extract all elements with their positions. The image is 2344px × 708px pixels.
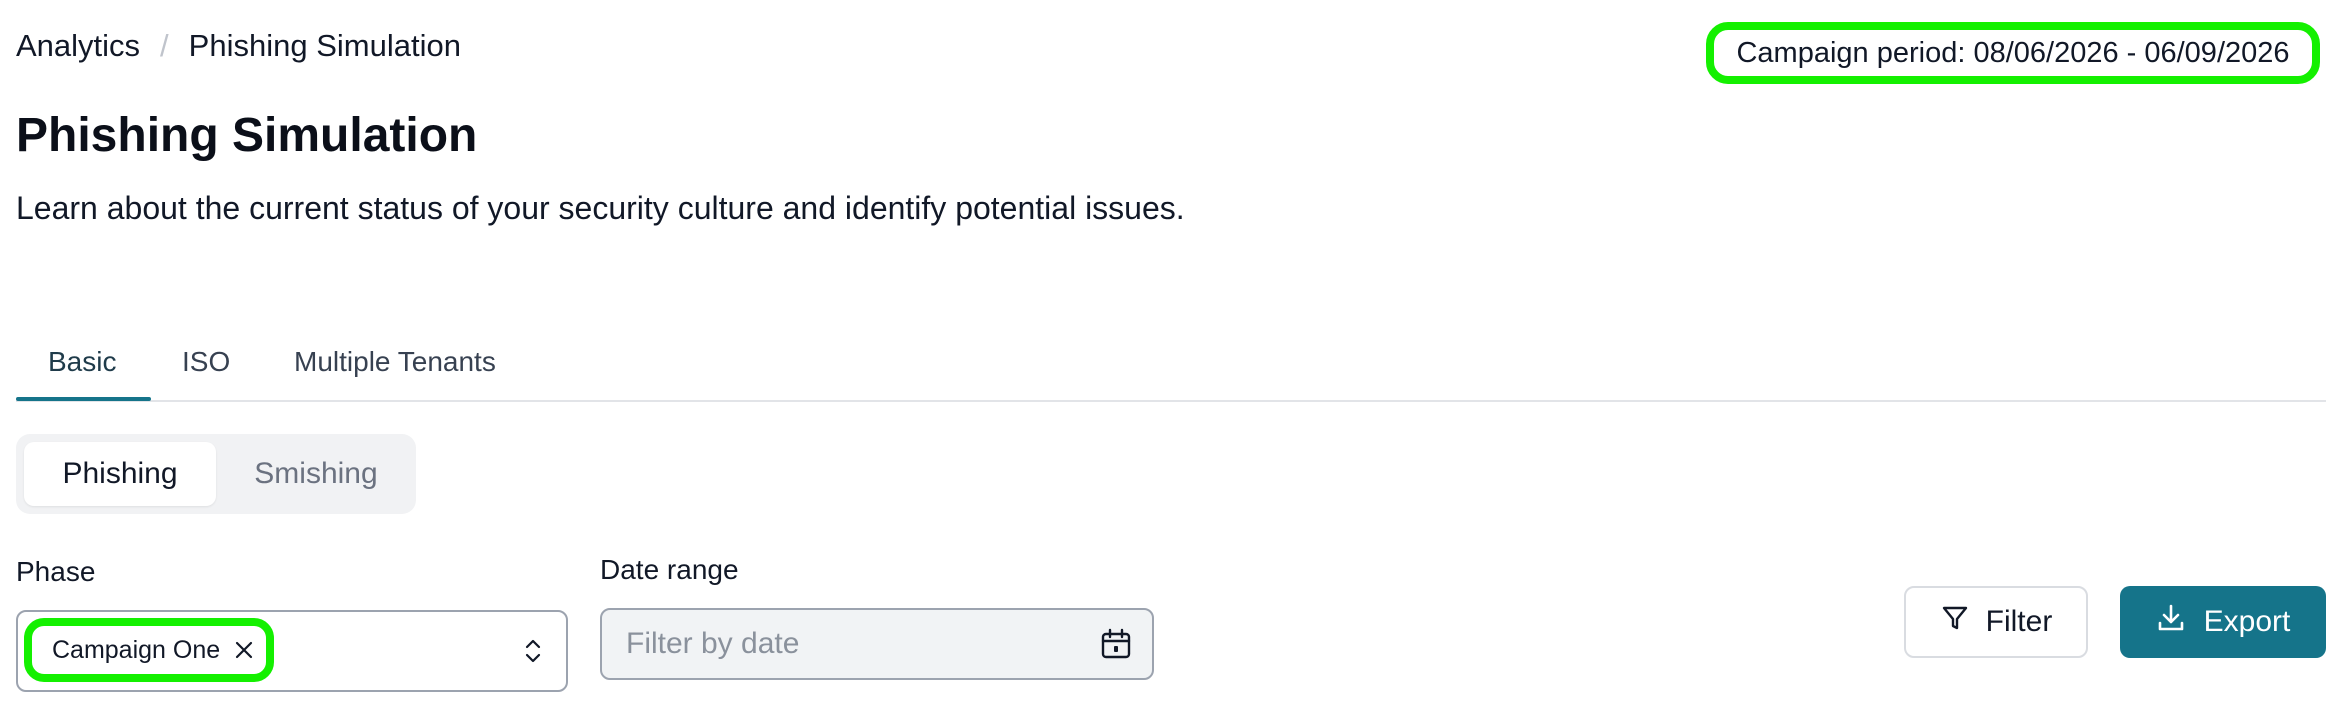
close-icon[interactable]: [234, 640, 254, 660]
download-icon: [2156, 603, 2186, 641]
breadcrumb-analytics[interactable]: Analytics: [16, 28, 140, 64]
segment-smishing[interactable]: Smishing: [224, 442, 408, 506]
phase-chip-label: Campaign One: [52, 635, 221, 664]
chevron-up-down-icon: [524, 638, 542, 669]
date-range-input[interactable]: [626, 622, 1066, 666]
segment-phishing[interactable]: Phishing: [24, 442, 216, 506]
active-tab-indicator: [16, 397, 151, 401]
export-button[interactable]: Export: [2120, 586, 2326, 658]
tab-multiple-tenants[interactable]: Multiple Tenants: [294, 346, 496, 378]
page-subtitle: Learn about the current status of your s…: [16, 190, 1185, 226]
breadcrumb-separator: /: [160, 28, 169, 63]
breadcrumb: Analytics / Phishing Simulation: [16, 28, 461, 64]
campaign-period: Campaign period: 08/06/2026 - 06/09/2026: [1706, 22, 2320, 84]
tab-basic[interactable]: Basic: [48, 346, 116, 378]
date-range-field: [600, 608, 1154, 680]
filter-button[interactable]: Filter: [1904, 586, 2088, 658]
filter-button-label: Filter: [1985, 605, 2053, 638]
phase-label: Phase: [16, 556, 96, 587]
phase-select[interactable]: Campaign One: [16, 610, 568, 692]
tab-iso[interactable]: ISO: [182, 346, 230, 378]
channel-segmented-control: Phishing Smishing: [16, 434, 416, 514]
date-range-label: Date range: [600, 554, 739, 585]
page-title: Phishing Simulation: [16, 109, 478, 162]
export-button-label: Export: [2203, 605, 2291, 638]
calendar-icon[interactable]: [1100, 628, 1132, 665]
filter-icon: [1940, 603, 1970, 641]
tabs-divider: [16, 400, 2326, 402]
phase-chip: Campaign One: [24, 618, 274, 682]
breadcrumb-current: Phishing Simulation: [188, 28, 461, 63]
